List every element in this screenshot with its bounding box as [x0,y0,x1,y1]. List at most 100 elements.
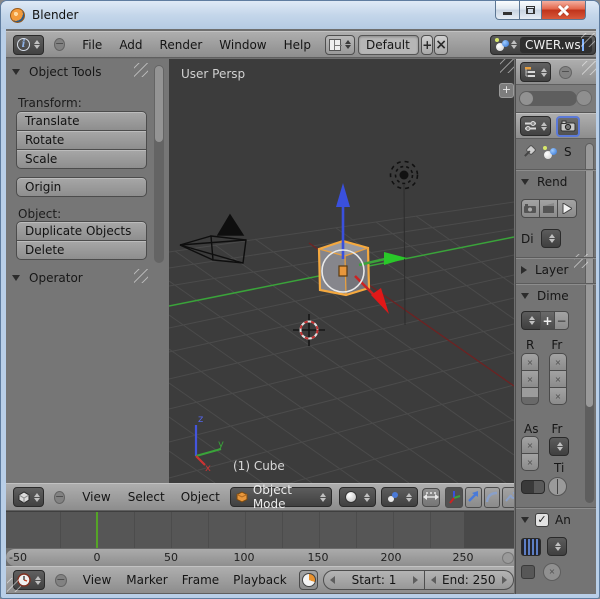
view3d-editor-type-button[interactable] [13,487,44,507]
pivot-dropdown[interactable] [381,487,418,507]
play-button[interactable] [557,199,577,218]
maximize-button[interactable] [519,1,542,20]
render-image-button[interactable] [521,199,540,218]
aspect-y-field[interactable]: × [521,453,539,471]
aa-dropdown[interactable] [547,537,567,556]
operator-panel-header[interactable]: Operator [12,271,83,285]
menu-item-render[interactable]: Render [160,38,203,52]
collapse-menus-button[interactable]: − [55,574,67,587]
menu-item-view[interactable]: View [83,573,111,587]
info-editor-type-button[interactable]: i [13,35,44,55]
frame-end-field[interactable]: × [549,370,567,388]
start-frame-field[interactable]: Start: 1 [323,570,424,590]
resolution-percent-slider[interactable] [521,387,539,405]
rotate-manipulator-button[interactable] [465,487,482,508]
aa-size-knob[interactable]: × [543,563,561,581]
area-split-grip[interactable] [500,59,514,73]
frame-rate-dropdown[interactable] [549,437,569,456]
viewport-3d[interactable]: User Persp (1) Cube + z y x [169,59,514,483]
collapse-menus-button[interactable]: − [54,38,65,51]
minimize-button[interactable] [495,1,520,20]
layers-panel-header[interactable]: Layer [521,263,568,277]
frame-step-field[interactable]: × [549,387,567,405]
shading-dropdown[interactable] [339,487,376,507]
lamp-object[interactable] [391,162,418,326]
resize-grip[interactable] [582,61,596,75]
delete-button[interactable]: Delete [16,240,147,260]
outliner-body[interactable] [516,85,596,113]
decrement-arrow-icon[interactable] [431,576,436,584]
ruler-scrollbar-cap[interactable] [502,552,514,564]
toolshelf-scrollbar-thumb[interactable] [155,66,163,142]
render-animation-button[interactable] [539,199,558,218]
menu-item-marker[interactable]: Marker [126,573,167,587]
aa-checkbox[interactable]: ✓ [535,513,549,527]
decrement-arrow-icon[interactable] [330,576,335,584]
time-toggle[interactable] [521,480,545,494]
resize-grip[interactable] [7,578,21,592]
menu-item-add[interactable]: Add [119,38,142,52]
menu-item-select[interactable]: Select [128,490,165,504]
origin-button[interactable]: Origin [16,177,147,197]
manipulator-toggle-button[interactable] [422,488,440,507]
menu-item-playback[interactable]: Playback [233,573,287,587]
render-panel-header[interactable]: Rend [521,175,567,189]
duplicate-objects-button[interactable]: Duplicate Objects [16,221,147,241]
timeline-track[interactable] [6,511,514,548]
presets-dropdown[interactable] [521,311,541,330]
orientation-button[interactable] [502,487,514,508]
menu-item-frame[interactable]: Frame [182,573,219,587]
outliner-h-scrollbar[interactable] [519,91,577,106]
dial-knob[interactable] [548,477,567,496]
properties-scrollbar[interactable] [585,143,594,503]
properties-editor-type-button[interactable] [520,116,551,136]
scale-manipulator-button[interactable] [484,487,501,508]
mode-dropdown[interactable]: Object Mode [230,487,332,507]
collapse-menus-button[interactable]: − [54,491,65,504]
object-tools-panel-header[interactable]: Object Tools [12,65,101,79]
current-frame-line[interactable] [96,512,98,548]
preset-remove-button[interactable]: − [554,311,569,330]
panel-drag-grip[interactable] [134,269,148,283]
outliner-scroll-knob[interactable] [576,90,592,106]
increment-arrow-icon[interactable] [413,576,418,584]
time-toggle-button[interactable] [299,570,319,590]
pin-icon[interactable] [521,145,535,159]
outliner-editor-type-button[interactable] [520,62,551,82]
window-titlebar[interactable]: Blender [1,1,599,29]
layout-name-field[interactable]: Default [358,35,419,55]
delete-layout-button[interactable]: × [434,35,448,55]
collapse-menus-button[interactable]: − [559,66,572,79]
menu-item-object[interactable]: Object [181,490,220,504]
scrollbar-thumb[interactable] [520,92,533,105]
frame-start-field[interactable]: × [549,353,567,371]
camera-object[interactable] [180,215,246,263]
menu-item-help[interactable]: Help [284,38,311,52]
close-button[interactable] [541,1,586,20]
translate-button[interactable]: Translate [16,111,147,131]
panel-drag-grip[interactable] [134,63,148,77]
resolution-y-field[interactable]: × [521,370,539,388]
aspect-x-field[interactable]: × [521,436,539,454]
screen-layout-button[interactable] [325,35,355,55]
menu-item-view[interactable]: View [82,490,110,504]
scale-button[interactable]: Scale [16,149,147,169]
end-frame-field[interactable]: End: 250 [424,570,514,590]
scrollbar-thumb[interactable] [586,144,593,407]
resize-grip[interactable] [581,33,595,47]
preset-add-button[interactable]: + [540,311,555,330]
aa-panel-header[interactable]: ✓ An [521,513,571,527]
add-layout-button[interactable]: + [421,35,433,55]
increment-arrow-icon[interactable] [502,576,507,584]
menu-item-file[interactable]: File [82,38,102,52]
timeline-ruler[interactable]: -50 0 50 100 150 200 250 [6,548,514,566]
resolution-x-field[interactable]: × [521,353,539,371]
menu-item-window[interactable]: Window [219,38,266,52]
render-tab-active[interactable] [556,116,580,137]
aa-samples-button[interactable] [521,538,541,556]
translate-manipulator-button[interactable] [445,487,463,508]
dimensions-panel-header[interactable]: Dime [521,289,569,303]
toolshelf-scrollbar[interactable] [154,65,164,263]
add-view-panel-button[interactable]: + [499,83,514,98]
aa-color-swatch[interactable] [521,565,535,579]
